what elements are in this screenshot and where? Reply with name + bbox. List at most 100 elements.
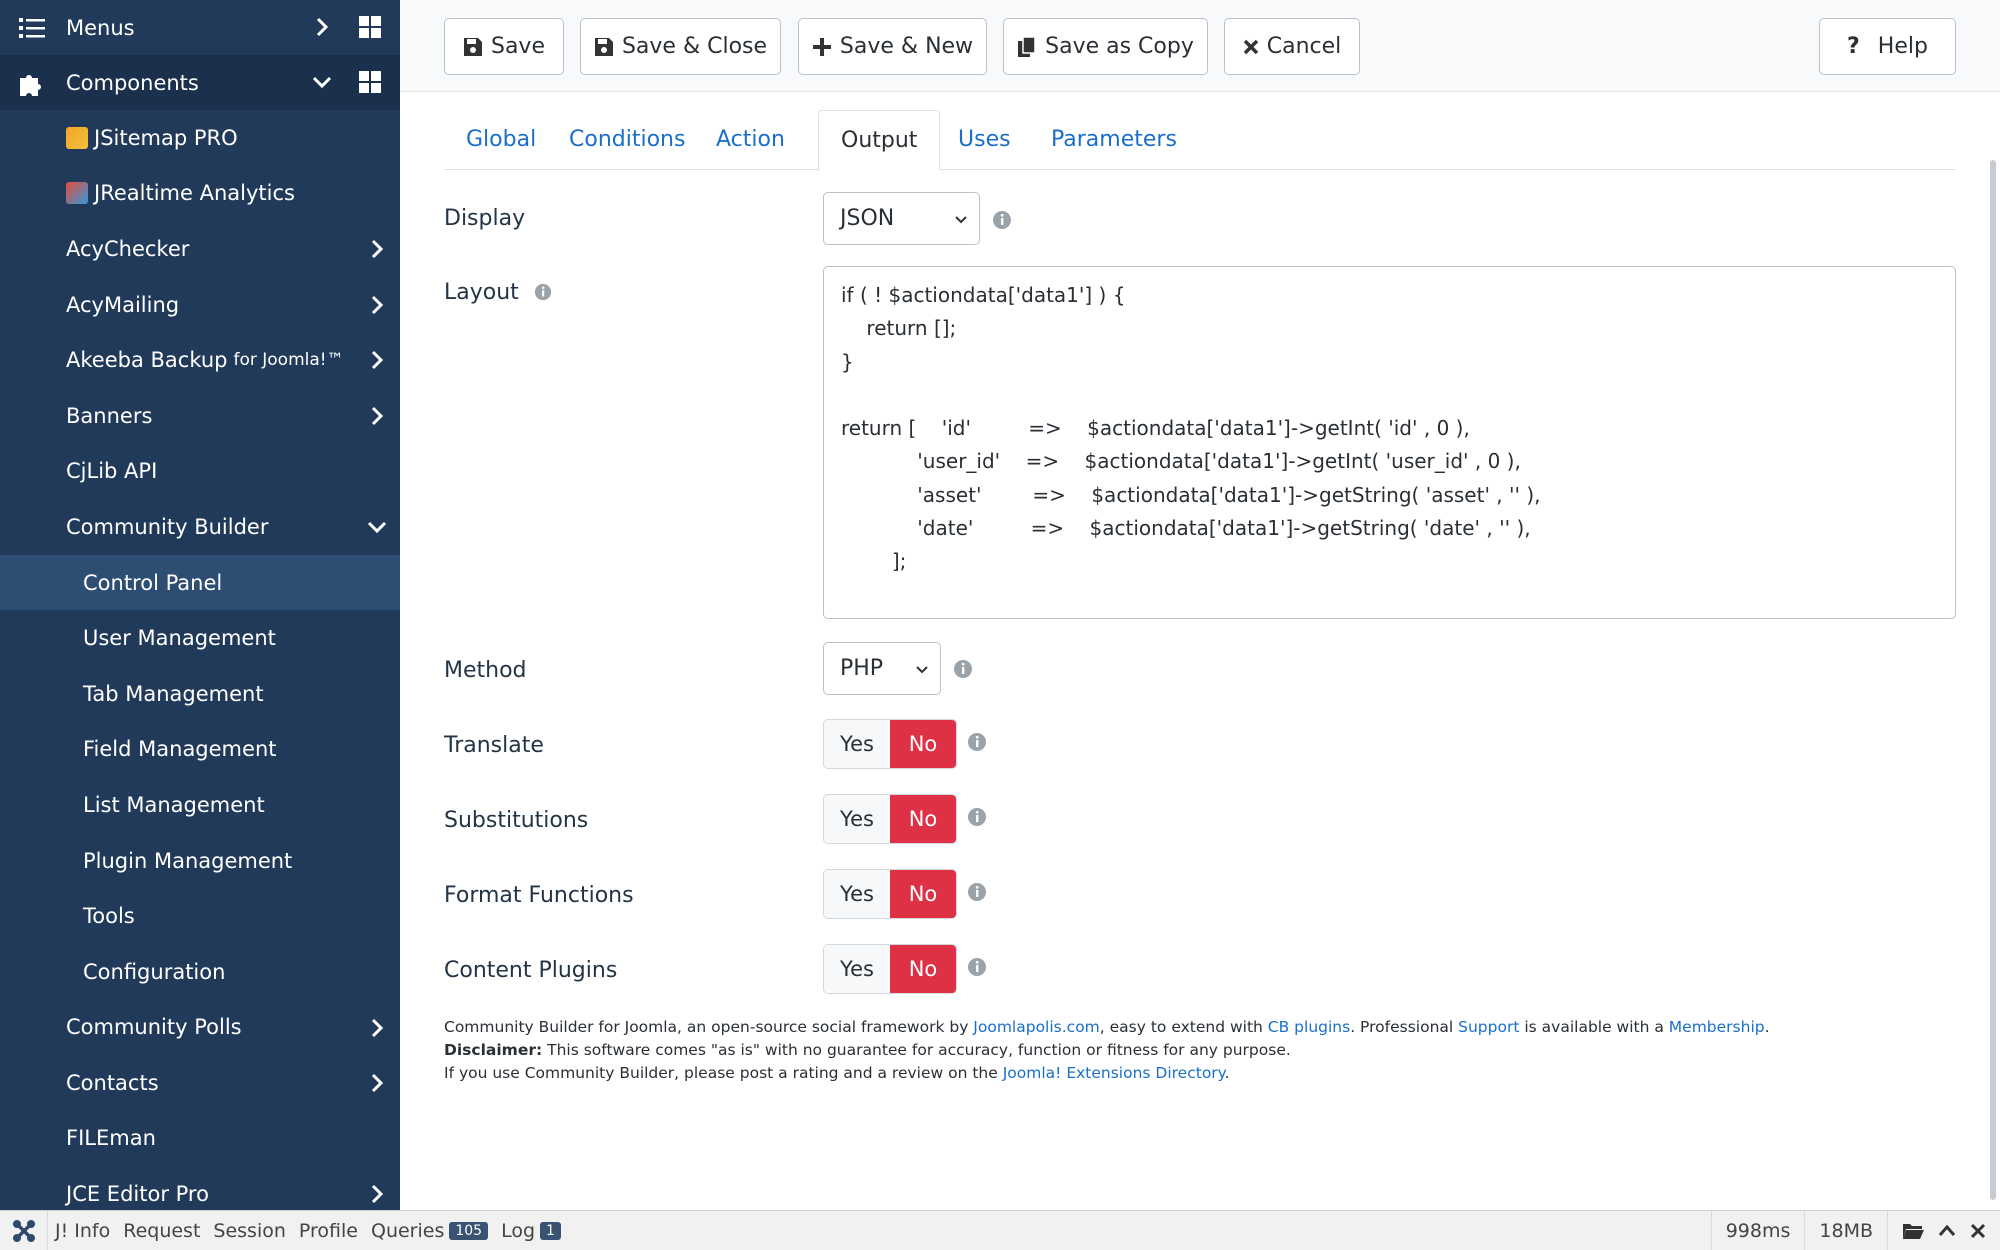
sidebar-item-fileman[interactable]: FILEman (0, 1111, 400, 1167)
tab-conditions[interactable]: Conditions (547, 110, 707, 170)
chevron-down-icon[interactable] (310, 70, 334, 94)
substitutions-yes-button[interactable]: Yes (824, 795, 890, 843)
debug-info-tab[interactable]: J! Info (55, 1220, 110, 1242)
folder-open-icon[interactable] (1902, 1222, 1924, 1240)
info-icon[interactable] (534, 283, 552, 301)
tab-parameters[interactable]: Parameters (1029, 110, 1199, 170)
info-icon[interactable] (953, 659, 973, 679)
footer-text: If you use Community Builder, please pos… (444, 1064, 1003, 1082)
sidebar-subitem-tab-management[interactable]: Tab Management (0, 666, 400, 722)
footer-text: Community Builder for Joomla, an open-so… (444, 1018, 974, 1036)
footer-line-3: If you use Community Builder, please pos… (444, 1064, 1230, 1082)
chevron-right-icon[interactable] (310, 15, 334, 39)
sidebar-item-label: User Management (83, 626, 276, 651)
sidebar-subitem-tools[interactable]: Tools (0, 888, 400, 944)
sidebar-item-community-builder[interactable]: Community Builder (0, 499, 400, 555)
content-plugins-yes-button[interactable]: Yes (824, 945, 890, 993)
chevron-right-icon[interactable] (365, 404, 389, 428)
membership-link[interactable]: Membership (1669, 1018, 1765, 1036)
display-select[interactable]: JSON (823, 192, 980, 245)
info-icon[interactable] (992, 210, 1012, 230)
save-button-label: Save (490, 34, 545, 59)
chevron-right-icon[interactable] (365, 293, 389, 317)
joomlapolis-link[interactable]: Joomlapolis.com (973, 1018, 1099, 1036)
sidebar-item-contacts[interactable]: Contacts (0, 1055, 400, 1111)
cb-plugins-link[interactable]: CB plugins (1268, 1018, 1350, 1036)
sidebar-item-menus[interactable]: Menus (0, 0, 400, 55)
info-icon[interactable] (967, 882, 987, 902)
format-functions-yes-button[interactable]: Yes (824, 870, 890, 918)
method-label: Method (444, 658, 527, 683)
content-plugins-no-button[interactable]: No (890, 945, 956, 993)
sidebar-item-community-polls[interactable]: Community Polls (0, 1000, 400, 1056)
dashboard-icon[interactable] (358, 70, 382, 94)
sidebar-item-jce-editor[interactable]: JCE Editor Pro (0, 1166, 400, 1210)
chevron-up-icon[interactable] (1938, 1222, 1956, 1240)
sidebar-item-akeeba[interactable]: Akeeba Backup for Joomla!™ (0, 332, 400, 388)
support-link[interactable]: Support (1458, 1018, 1519, 1036)
jed-link[interactable]: Joomla! Extensions Directory (1003, 1064, 1225, 1082)
sidebar-item-jsitemap[interactable]: JSitemap PRO (0, 110, 400, 166)
chevron-right-icon[interactable] (365, 237, 389, 261)
method-select[interactable]: PHP (823, 642, 941, 695)
save-close-button-label: Save & Close (621, 34, 768, 59)
footer-text: . Professional (1350, 1018, 1459, 1036)
footer-text: . (1224, 1064, 1230, 1082)
debug-profile-tab[interactable]: Profile (299, 1220, 358, 1242)
chevron-right-icon[interactable] (365, 1182, 389, 1206)
sidebar-item-cjlib[interactable]: CjLib API (0, 444, 400, 500)
sidebar-item-components[interactable]: Components (0, 55, 400, 110)
chevron-down-icon[interactable] (365, 515, 389, 539)
debug-log-tab[interactable]: Log 1 (501, 1220, 561, 1242)
info-icon[interactable] (967, 732, 987, 752)
chevron-right-icon[interactable] (365, 348, 389, 372)
translate-yes-button[interactable]: Yes (824, 720, 890, 768)
info-icon[interactable] (967, 807, 987, 827)
page-scrollbar[interactable] (1990, 160, 1996, 1200)
sidebar-subitem-field-management[interactable]: Field Management (0, 722, 400, 778)
chevron-right-icon[interactable] (365, 1016, 389, 1040)
save-button[interactable]: Save (444, 18, 564, 75)
tab-uses[interactable]: Uses (936, 110, 1033, 170)
layout-code-editor[interactable]: if ( ! $actiondata['data1'] ) { return [… (823, 266, 1956, 619)
sidebar-subitem-control-panel[interactable]: Control Panel (0, 554, 400, 611)
footer-text: . (1764, 1018, 1770, 1036)
close-icon[interactable] (1970, 1223, 1986, 1239)
save-new-button[interactable]: Save & New (798, 18, 987, 75)
debug-session-tab[interactable]: Session (213, 1220, 286, 1242)
sidebar-item-banners[interactable]: Banners (0, 388, 400, 444)
sidebar-subitem-configuration[interactable]: Configuration (0, 944, 400, 1000)
tab-global[interactable]: Global (444, 110, 558, 170)
save-close-button[interactable]: Save & Close (580, 18, 781, 75)
debug-time: 998ms (1710, 1211, 1805, 1250)
chevron-down-icon (955, 216, 967, 224)
joomla-logo-icon[interactable] (0, 1210, 48, 1250)
cancel-button[interactable]: Cancel (1224, 18, 1360, 75)
save-copy-button[interactable]: Save as Copy (1003, 18, 1208, 75)
sidebar-subitem-list-management[interactable]: List Management (0, 777, 400, 833)
chevron-down-icon (916, 666, 928, 674)
info-icon[interactable] (967, 957, 987, 977)
translate-label: Translate (444, 733, 544, 758)
debug-bar-right: 998ms 18MB (1710, 1211, 2000, 1250)
sidebar-item-label: Menus (66, 15, 135, 40)
dashboard-icon[interactable] (358, 15, 382, 39)
sidebar: Menus Components JSitemap PRO JRealtime … (0, 0, 400, 1210)
sidebar-item-acychecker[interactable]: AcyChecker (0, 221, 400, 277)
tab-output[interactable]: Output (818, 110, 941, 171)
sidebar-subitem-user-management[interactable]: User Management (0, 610, 400, 666)
debug-request-tab[interactable]: Request (123, 1220, 200, 1242)
sidebar-subitem-plugin-management[interactable]: Plugin Management (0, 833, 400, 889)
debug-queries-tab[interactable]: Queries 105 (371, 1220, 489, 1242)
sidebar-item-acymailing[interactable]: AcyMailing (0, 277, 400, 333)
sidebar-item-jrealtime[interactable]: JRealtime Analytics (0, 166, 400, 222)
chevron-right-icon[interactable] (365, 1071, 389, 1095)
substitutions-no-button[interactable]: No (890, 795, 956, 843)
sidebar-item-label: CjLib API (66, 459, 158, 484)
format-functions-no-button[interactable]: No (890, 870, 956, 918)
method-select-value: PHP (840, 656, 884, 681)
tab-action[interactable]: Action (694, 110, 807, 170)
sidebar-item-label: Community Polls (66, 1015, 242, 1040)
help-button[interactable]: ? Help (1819, 18, 1956, 75)
translate-no-button[interactable]: No (890, 720, 956, 768)
